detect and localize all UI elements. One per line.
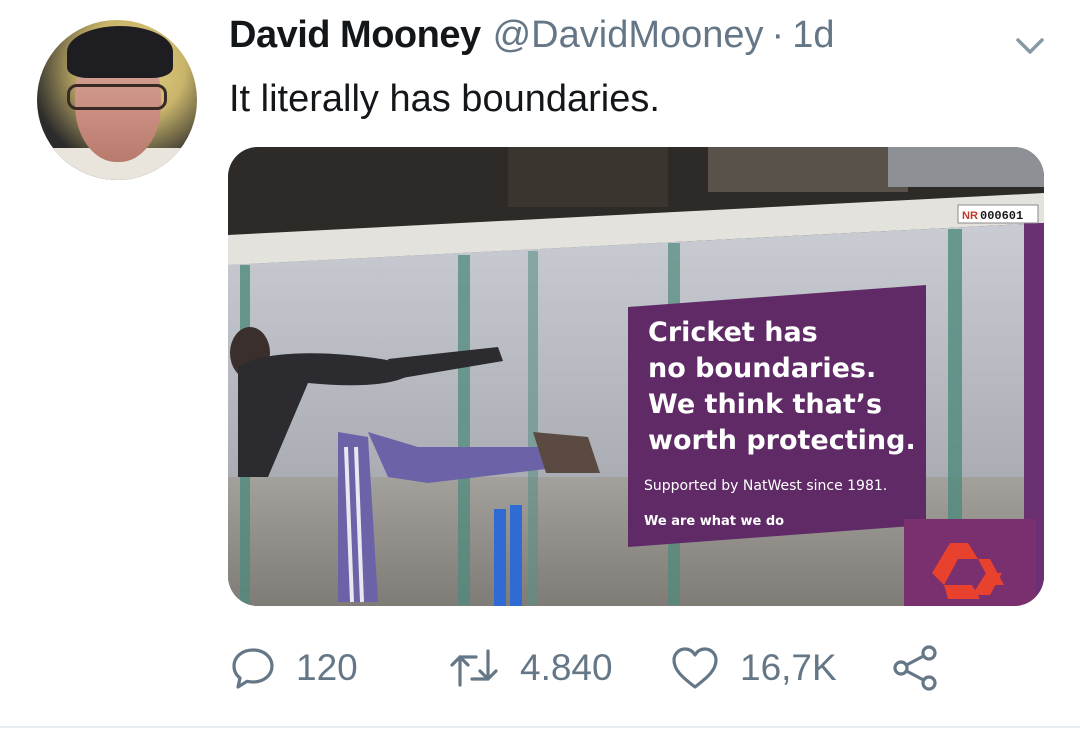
tweet-text: It literally has boundaries. (229, 78, 660, 120)
headline-line-1: Cricket has (648, 317, 818, 348)
divider (0, 726, 1080, 728)
retweet-arrows-icon (450, 649, 498, 687)
reply-count: 120 (296, 647, 358, 688)
share-icon (893, 645, 937, 691)
avatar-hair (67, 26, 173, 78)
tagline-text: We are what we do (644, 514, 784, 529)
retweet-count: 4.840 (520, 647, 613, 688)
user-handle[interactable]: @DavidMooney (493, 14, 764, 57)
tweet-actions: 120 4.840 16,7K (230, 640, 950, 696)
avatar-glasses (67, 84, 167, 110)
tweet-header: David Mooney @DavidMooney · 1d (229, 14, 834, 66)
like-count: 16,7K (740, 647, 837, 688)
plate-prefix: NR (962, 210, 978, 222)
display-name[interactable]: David Mooney (229, 14, 481, 57)
separator-dot: · (771, 14, 785, 56)
timestamp[interactable]: 1d (792, 14, 834, 57)
headline-line-2: no boundaries. (648, 353, 876, 384)
like-button[interactable]: 16,7K (670, 640, 837, 696)
avatar[interactable] (37, 20, 197, 180)
supported-text: Supported by NatWest since 1981. (644, 478, 887, 494)
heart-icon (672, 647, 718, 689)
chevron-down-icon[interactable] (1012, 30, 1048, 60)
tweet-image[interactable]: NR 000601 Cricket has no boundaries. We … (228, 147, 1044, 606)
share-button[interactable] (890, 640, 940, 696)
billboard-photo: NR 000601 Cricket has no boundaries. We … (228, 147, 1044, 606)
speech-bubble-icon (232, 648, 274, 689)
retweet-button[interactable]: 4.840 (448, 640, 613, 696)
headline-line-3: We think that’s (648, 389, 882, 420)
reply-button[interactable]: 120 (230, 640, 358, 696)
plate-number: 000601 (980, 209, 1023, 223)
tweet-card[interactable]: David Mooney @DavidMooney · 1d It litera… (0, 0, 1080, 736)
headline-line-4: worth protecting. (648, 425, 916, 456)
